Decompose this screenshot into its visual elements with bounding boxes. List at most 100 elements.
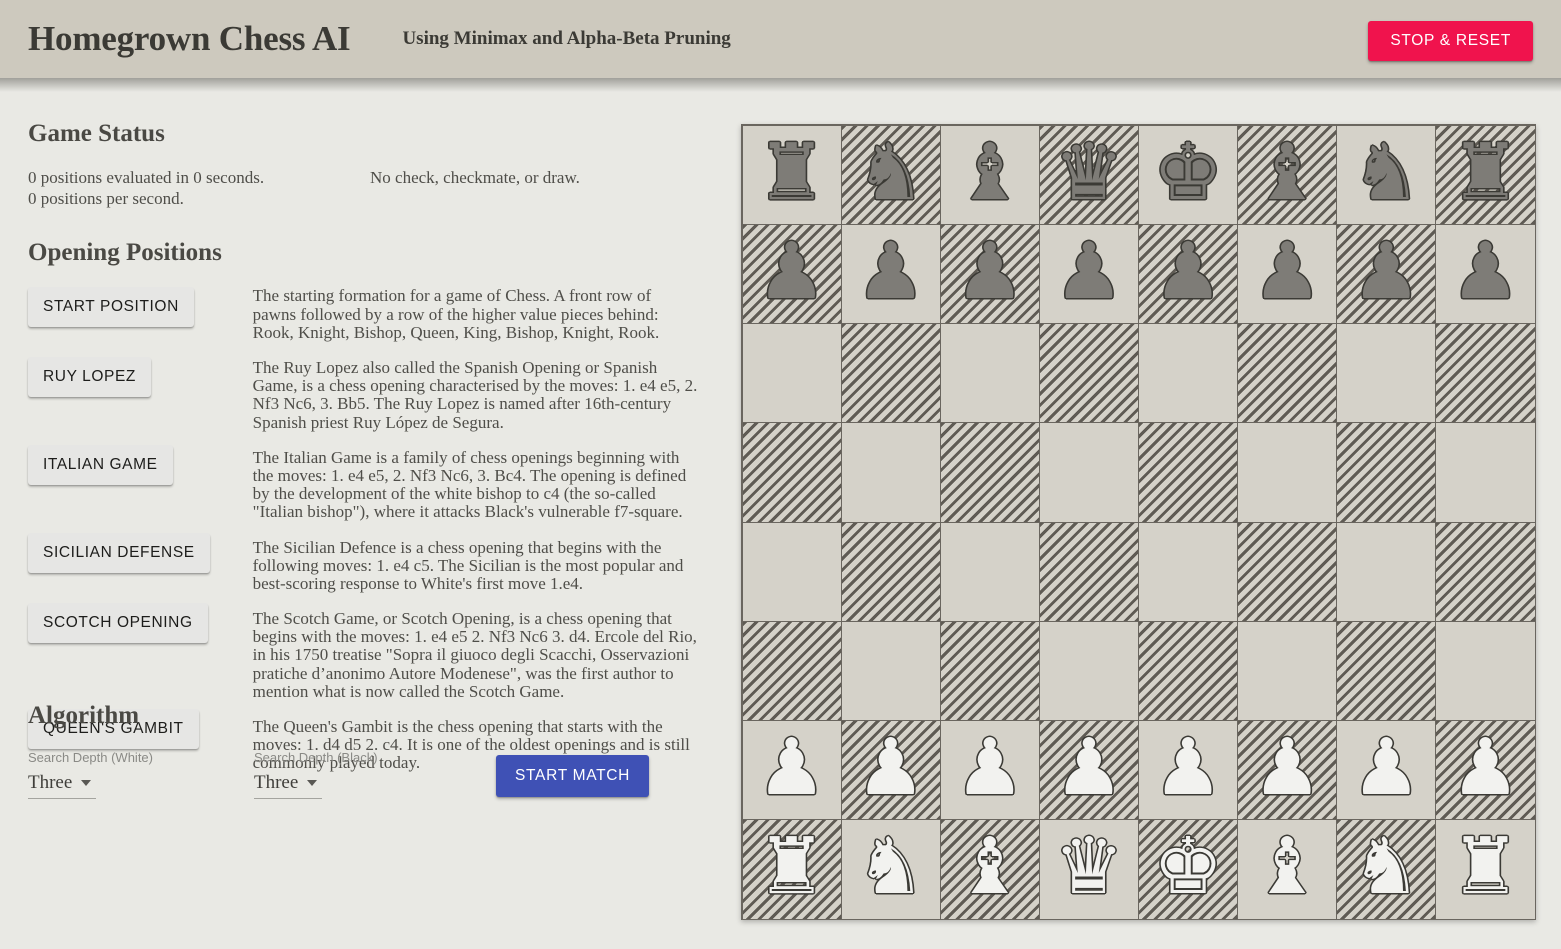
board-square-c7[interactable]: ♟ [939, 223, 1040, 324]
piece-black-pawn[interactable]: ♟ [1450, 233, 1520, 311]
board-square-g5[interactable] [1336, 422, 1437, 523]
piece-white-bishop[interactable]: ♝ [955, 828, 1025, 906]
board-square-g6[interactable] [1336, 323, 1437, 424]
piece-black-bishop[interactable]: ♝ [1252, 134, 1322, 212]
piece-black-pawn[interactable]: ♟ [955, 233, 1025, 311]
board-square-h2[interactable]: ♟ [1435, 720, 1536, 821]
board-square-f3[interactable] [1237, 620, 1338, 721]
piece-white-pawn[interactable]: ♟ [1252, 729, 1322, 807]
board-square-d3[interactable] [1038, 620, 1139, 721]
piece-black-pawn[interactable]: ♟ [757, 233, 827, 311]
board-square-a8[interactable]: ♜ [741, 124, 842, 225]
board-square-e4[interactable] [1138, 521, 1239, 622]
opening-button-ruy-lopez[interactable]: RUY LOPEZ [28, 357, 151, 398]
board-square-b3[interactable] [840, 620, 941, 721]
board-square-f1[interactable]: ♝ [1237, 819, 1338, 920]
board-square-a1[interactable]: ♜ [741, 819, 842, 920]
board-square-h4[interactable] [1435, 521, 1536, 622]
piece-white-pawn[interactable]: ♟ [955, 729, 1025, 807]
board-square-c8[interactable]: ♝ [939, 124, 1040, 225]
piece-black-pawn[interactable]: ♟ [1054, 233, 1124, 311]
board-square-a7[interactable]: ♟ [741, 223, 842, 324]
board-square-h8[interactable]: ♜ [1435, 124, 1536, 225]
board-square-f7[interactable]: ♟ [1237, 223, 1338, 324]
piece-white-pawn[interactable]: ♟ [1450, 729, 1520, 807]
board-square-f6[interactable] [1237, 323, 1338, 424]
piece-white-knight[interactable]: ♞ [856, 828, 926, 906]
board-square-h3[interactable] [1435, 620, 1536, 721]
piece-white-king[interactable]: ♚ [1153, 828, 1223, 906]
board-square-b2[interactable]: ♟ [840, 720, 941, 821]
board-square-h7[interactable]: ♟ [1435, 223, 1536, 324]
board-square-c6[interactable] [939, 323, 1040, 424]
board-square-b7[interactable]: ♟ [840, 223, 941, 324]
board-square-g1[interactable]: ♞ [1336, 819, 1437, 920]
board-square-b4[interactable] [840, 521, 941, 622]
board-square-d8[interactable]: ♛ [1038, 124, 1139, 225]
board-square-f5[interactable] [1237, 422, 1338, 523]
board-square-b1[interactable]: ♞ [840, 819, 941, 920]
search-depth-white-select[interactable]: Three [28, 772, 96, 799]
piece-black-rook[interactable]: ♜ [757, 134, 827, 212]
start-match-button[interactable]: START MATCH [496, 755, 650, 797]
opening-button-start-position[interactable]: START POSITION [28, 287, 194, 328]
board-square-d2[interactable]: ♟ [1038, 720, 1139, 821]
opening-button-sicilian-defense[interactable]: SICILIAN DEFENSE [28, 533, 210, 574]
board-square-e8[interactable]: ♚ [1138, 124, 1239, 225]
search-depth-black-select[interactable]: Three [254, 772, 322, 799]
board-square-g4[interactable] [1336, 521, 1437, 622]
board-square-a6[interactable] [741, 323, 842, 424]
board-square-b5[interactable] [840, 422, 941, 523]
board-square-a3[interactable] [741, 620, 842, 721]
board-square-f4[interactable] [1237, 521, 1338, 622]
opening-button-italian-game[interactable]: ITALIAN GAME [28, 445, 173, 486]
board-square-e2[interactable]: ♟ [1138, 720, 1239, 821]
piece-white-pawn[interactable]: ♟ [757, 729, 827, 807]
piece-black-rook[interactable]: ♜ [1450, 134, 1520, 212]
board-square-g7[interactable]: ♟ [1336, 223, 1437, 324]
board-square-e6[interactable] [1138, 323, 1239, 424]
piece-black-bishop[interactable]: ♝ [955, 134, 1025, 212]
board-square-e7[interactable]: ♟ [1138, 223, 1239, 324]
piece-white-bishop[interactable]: ♝ [1252, 828, 1322, 906]
piece-black-queen[interactable]: ♛ [1054, 134, 1124, 212]
board-square-a5[interactable] [741, 422, 842, 523]
board-square-d6[interactable] [1038, 323, 1139, 424]
piece-black-knight[interactable]: ♞ [856, 134, 926, 212]
piece-black-king[interactable]: ♚ [1153, 134, 1223, 212]
piece-black-pawn[interactable]: ♟ [1252, 233, 1322, 311]
opening-button-scotch-opening[interactable]: SCOTCH OPENING [28, 603, 208, 644]
board-square-g2[interactable]: ♟ [1336, 720, 1437, 821]
piece-black-pawn[interactable]: ♟ [1351, 233, 1421, 311]
piece-white-knight[interactable]: ♞ [1351, 828, 1421, 906]
board-square-d5[interactable] [1038, 422, 1139, 523]
board-square-e5[interactable] [1138, 422, 1239, 523]
board-square-c1[interactable]: ♝ [939, 819, 1040, 920]
piece-white-rook[interactable]: ♜ [1450, 828, 1520, 906]
board-square-a2[interactable]: ♟ [741, 720, 842, 821]
board-square-h5[interactable] [1435, 422, 1536, 523]
piece-white-pawn[interactable]: ♟ [1153, 729, 1223, 807]
chess-board[interactable]: ♜ ♞ ♝ ♛ ♚ ♝ ♞ ♜ ♟ ♟ ♟ ♟ ♟ ♟ ♟ ♟ ♟ ♟ ♟ ♟ ♟ ♟ ♟ ♟ ♜ ♞ ♝ ♛ ♚ ♝ ♞ ♜ [741, 124, 1536, 920]
board-square-d7[interactable]: ♟ [1038, 223, 1139, 324]
board-square-g3[interactable] [1336, 620, 1437, 721]
board-square-c2[interactable]: ♟ [939, 720, 1040, 821]
board-square-h6[interactable] [1435, 323, 1536, 424]
board-square-c3[interactable] [939, 620, 1040, 721]
board-square-b8[interactable]: ♞ [840, 124, 941, 225]
board-square-f2[interactable]: ♟ [1237, 720, 1338, 821]
board-square-c4[interactable] [939, 521, 1040, 622]
piece-black-pawn[interactable]: ♟ [1153, 233, 1223, 311]
board-square-h1[interactable]: ♜ [1435, 819, 1536, 920]
board-square-g8[interactable]: ♞ [1336, 124, 1437, 225]
board-square-a4[interactable] [741, 521, 842, 622]
board-square-e3[interactable] [1138, 620, 1239, 721]
stop-and-reset-button[interactable]: STOP & RESET [1368, 21, 1533, 61]
piece-white-pawn[interactable]: ♟ [1054, 729, 1124, 807]
piece-white-pawn[interactable]: ♟ [856, 729, 926, 807]
board-square-f8[interactable]: ♝ [1237, 124, 1338, 225]
board-square-e1[interactable]: ♚ [1138, 819, 1239, 920]
board-square-d1[interactable]: ♛ [1038, 819, 1139, 920]
piece-white-pawn[interactable]: ♟ [1351, 729, 1421, 807]
piece-white-queen[interactable]: ♛ [1054, 828, 1124, 906]
